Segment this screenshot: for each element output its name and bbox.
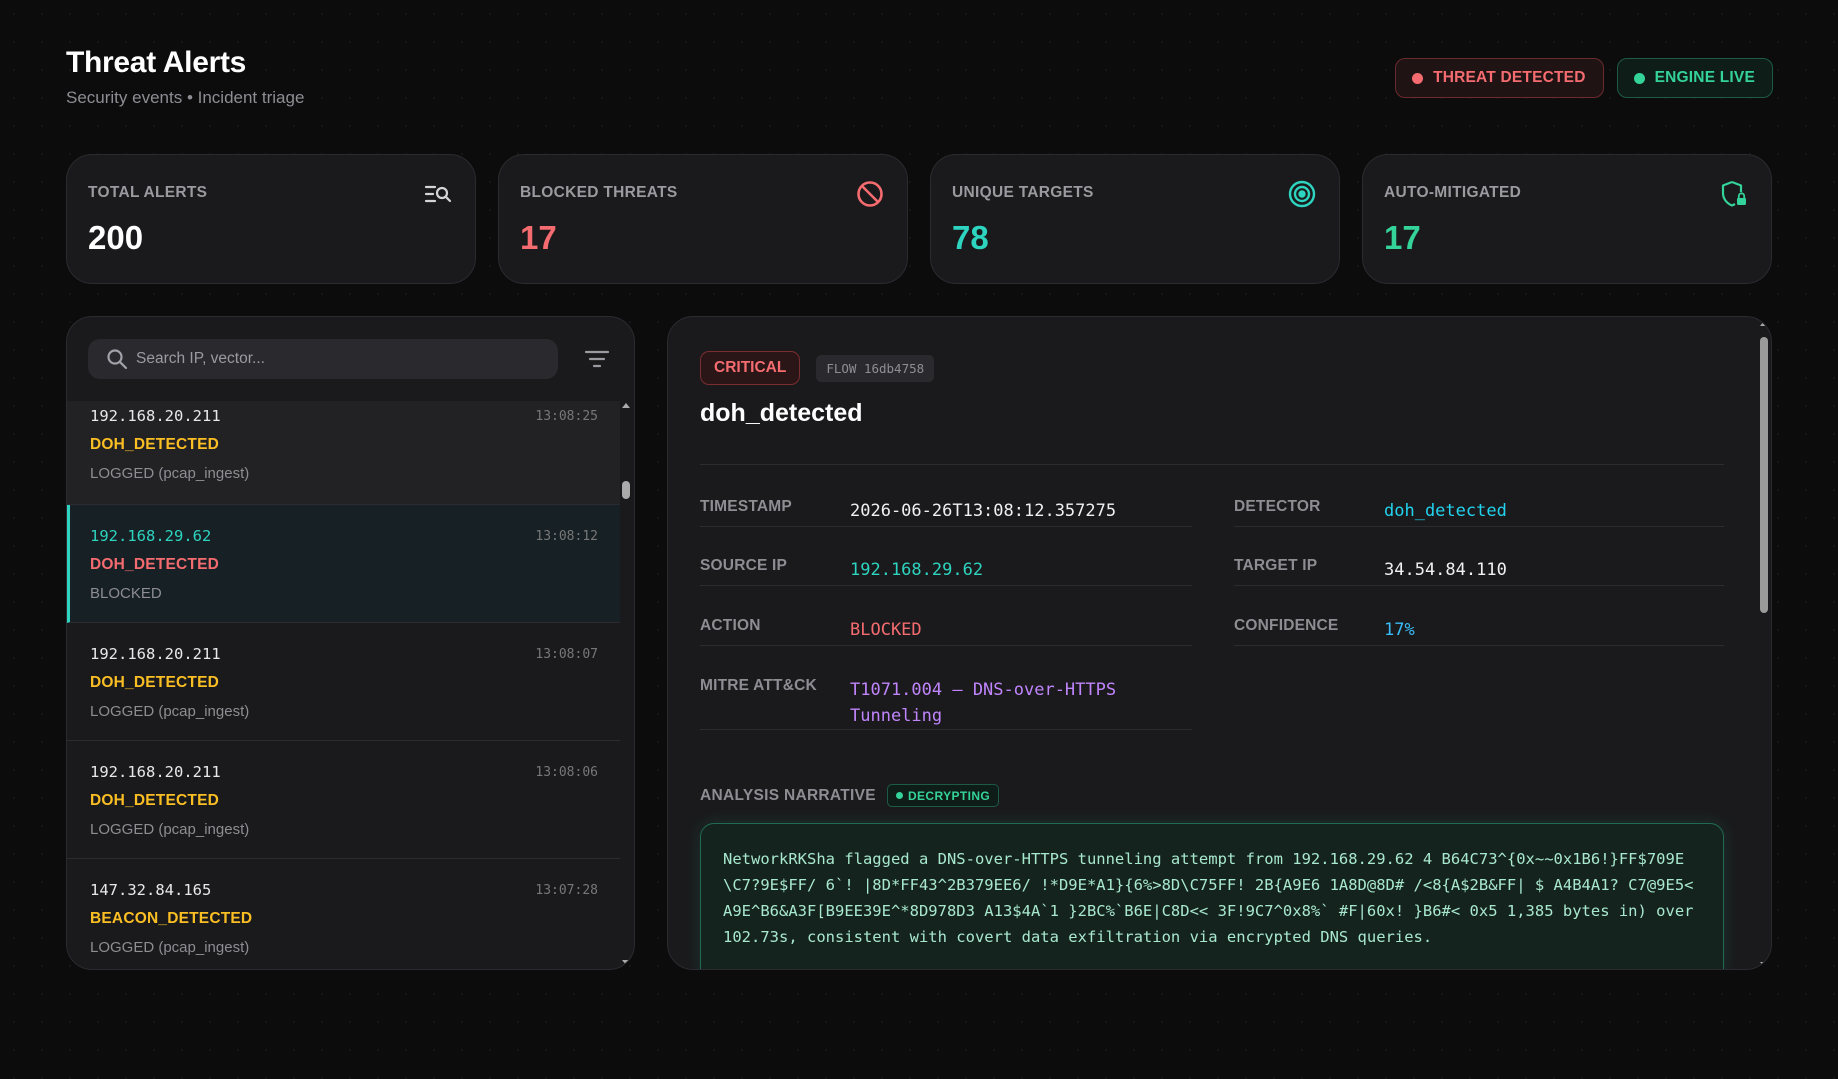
field-value: 34.54.84.110	[1384, 560, 1507, 580]
field-label: TARGET IP	[1234, 557, 1318, 574]
alert-item-selected[interactable]: 192.168.29.62 13:08:12 DOH_DETECTED BLOC…	[67, 505, 620, 623]
page-subtitle: Security events • Incident triage	[66, 88, 305, 107]
field-source-ip: SOURCE IP 192.168.29.62	[700, 526, 1192, 586]
field-label: DETECTOR	[1234, 498, 1321, 515]
narrative-label: ANALYSIS NARRATIVE	[700, 786, 876, 804]
flow-id-tag: FLOW 16db4758	[816, 354, 935, 382]
engine-live-badge: ENGINE LIVE	[1616, 58, 1773, 98]
threat-detected-badge: THREAT DETECTED	[1395, 58, 1604, 98]
alert-vector: DOH_DETECTED	[90, 436, 219, 453]
field-value: T1071.004 — DNS-over-HTTPS Tunneling	[850, 680, 1117, 726]
detail-scrollbar[interactable]	[1757, 317, 1771, 969]
field-timestamp: TIMESTAMP 2026-06-26T13:08:12.357275	[700, 467, 1192, 527]
field-detector: DETECTOR doh_detected	[1234, 467, 1724, 527]
status-dot-icon	[1412, 72, 1424, 84]
alert-time: 13:08:07	[535, 647, 598, 662]
divider	[700, 464, 1724, 465]
scroll-up-arrow-icon[interactable]	[1760, 321, 1768, 326]
alert-status: LOGGED (pcap_ingest)	[90, 703, 250, 720]
decrypting-label: DECRYPTING	[907, 788, 991, 803]
field-label: TIMESTAMP	[700, 498, 792, 515]
field-value: 2026-06-26T13:08:12.357275	[850, 501, 1117, 521]
stat-label: BLOCKED THREATS	[520, 184, 678, 201]
alert-item[interactable]: 192.168.20.211 13:08:25 DOH_DETECTED LOG…	[67, 401, 620, 505]
alert-detail-panel: CRITICAL FLOW 16db4758 doh_detected TIME…	[667, 316, 1772, 970]
stat-card-unique-targets: UNIQUE TARGETS 78	[930, 154, 1340, 284]
stat-value: 17	[520, 219, 557, 256]
field-target-ip: TARGET IP 34.54.84.110	[1234, 526, 1724, 586]
alert-list-scrollbar[interactable]	[621, 401, 631, 965]
field-label: SOURCE IP	[700, 557, 788, 574]
field-confidence: CONFIDENCE 17%	[1234, 586, 1724, 646]
narrative-header: ANALYSIS NARRATIVE DECRYPTING	[700, 784, 1000, 807]
scroll-down-arrow-icon[interactable]	[1760, 962, 1768, 967]
stat-value: 200	[88, 219, 144, 256]
status-dot-icon	[1633, 72, 1645, 84]
stat-value: 17	[1384, 219, 1421, 256]
stat-card-total-alerts: TOTAL ALERTS 200	[66, 154, 476, 284]
field-label: CONFIDENCE	[1234, 617, 1339, 634]
filter-icon[interactable]	[584, 347, 610, 371]
stat-value: 78	[952, 219, 989, 256]
field-action: ACTION BLOCKED	[700, 586, 1192, 646]
detail-title: doh_detected	[700, 399, 863, 427]
field-mitre: MITRE ATT&CK T1071.004 — DNS-over-HTTPS …	[700, 646, 1192, 730]
engine-live-label: ENGINE LIVE	[1654, 69, 1755, 86]
alert-list: 192.168.20.211 13:08:25 DOH_DETECTED LOG…	[67, 401, 620, 969]
stat-card-auto-mitigated: AUTO-MITIGATED 17	[1362, 154, 1772, 284]
alert-vector: DOH_DETECTED	[90, 556, 219, 573]
alert-vector: BEACON_DETECTED	[90, 910, 253, 927]
stats-row: TOTAL ALERTS 200 BLOCKED THREATS 17 UNIQ…	[66, 154, 1772, 284]
search-input[interactable]	[136, 350, 536, 368]
shield-lock-icon	[1721, 180, 1746, 207]
narrative-box: NetworkRKSha flagged a DNS-over-HTTPS tu…	[700, 823, 1724, 969]
stat-card-blocked-threats: BLOCKED THREATS 17	[498, 154, 908, 284]
alert-time: 13:08:12	[535, 529, 598, 544]
alert-list-panel: 192.168.20.211 13:08:25 DOH_DETECTED LOG…	[66, 316, 635, 970]
scroll-down-arrow-icon[interactable]	[622, 960, 630, 965]
block-icon	[857, 181, 883, 207]
target-icon	[1288, 180, 1316, 208]
scrollbar-thumb[interactable]	[1760, 337, 1768, 613]
alert-time: 13:08:25	[535, 409, 598, 424]
alert-item[interactable]: 192.168.20.211 13:08:07 DOH_DETECTED LOG…	[67, 623, 620, 741]
severity-badge: CRITICAL	[700, 351, 801, 385]
alert-status: BLOCKED	[90, 585, 162, 602]
stat-label: UNIQUE TARGETS	[952, 184, 1094, 201]
field-value: 192.168.29.62	[850, 560, 984, 580]
page-header: Threat Alerts Security events • Incident…	[66, 46, 304, 108]
field-value: BLOCKED	[850, 620, 922, 640]
search-icon	[107, 349, 128, 370]
field-value: doh_detected	[1384, 501, 1507, 521]
status-dot-icon	[895, 792, 903, 799]
alert-time: 13:07:28	[535, 883, 598, 898]
alert-item[interactable]: 147.32.84.165 13:07:28 BEACON_DETECTED L…	[67, 859, 620, 969]
scrollbar-thumb[interactable]	[622, 481, 630, 499]
stat-label: AUTO-MITIGATED	[1384, 184, 1522, 201]
field-value: 17%	[1384, 620, 1415, 640]
decrypting-badge: DECRYPTING	[886, 784, 1000, 807]
search-box[interactable]	[88, 339, 558, 379]
alert-vector: DOH_DETECTED	[90, 674, 219, 691]
scroll-up-arrow-icon[interactable]	[622, 403, 630, 408]
page-title: Threat Alerts	[66, 46, 247, 79]
threat-detected-label: THREAT DETECTED	[1433, 69, 1586, 86]
narrative-text: NetworkRKSha flagged a DNS-over-HTTPS tu…	[723, 850, 1703, 946]
alert-status: LOGGED (pcap_ingest)	[90, 465, 250, 482]
stat-label: TOTAL ALERTS	[88, 184, 208, 201]
field-label: MITRE ATT&CK	[700, 677, 817, 694]
alert-status: LOGGED (pcap_ingest)	[90, 939, 250, 956]
search-list-icon	[424, 185, 452, 203]
severity-row: CRITICAL FLOW 16db4758	[700, 351, 935, 385]
alert-item[interactable]: 192.168.20.211 13:08:06 DOH_DETECTED LOG…	[67, 741, 620, 859]
status-badges: THREAT DETECTED ENGINE LIVE	[1395, 58, 1773, 98]
alert-status: LOGGED (pcap_ingest)	[90, 821, 250, 838]
field-label: ACTION	[700, 617, 761, 634]
alert-vector: DOH_DETECTED	[90, 792, 219, 809]
alert-time: 13:08:06	[535, 765, 598, 780]
